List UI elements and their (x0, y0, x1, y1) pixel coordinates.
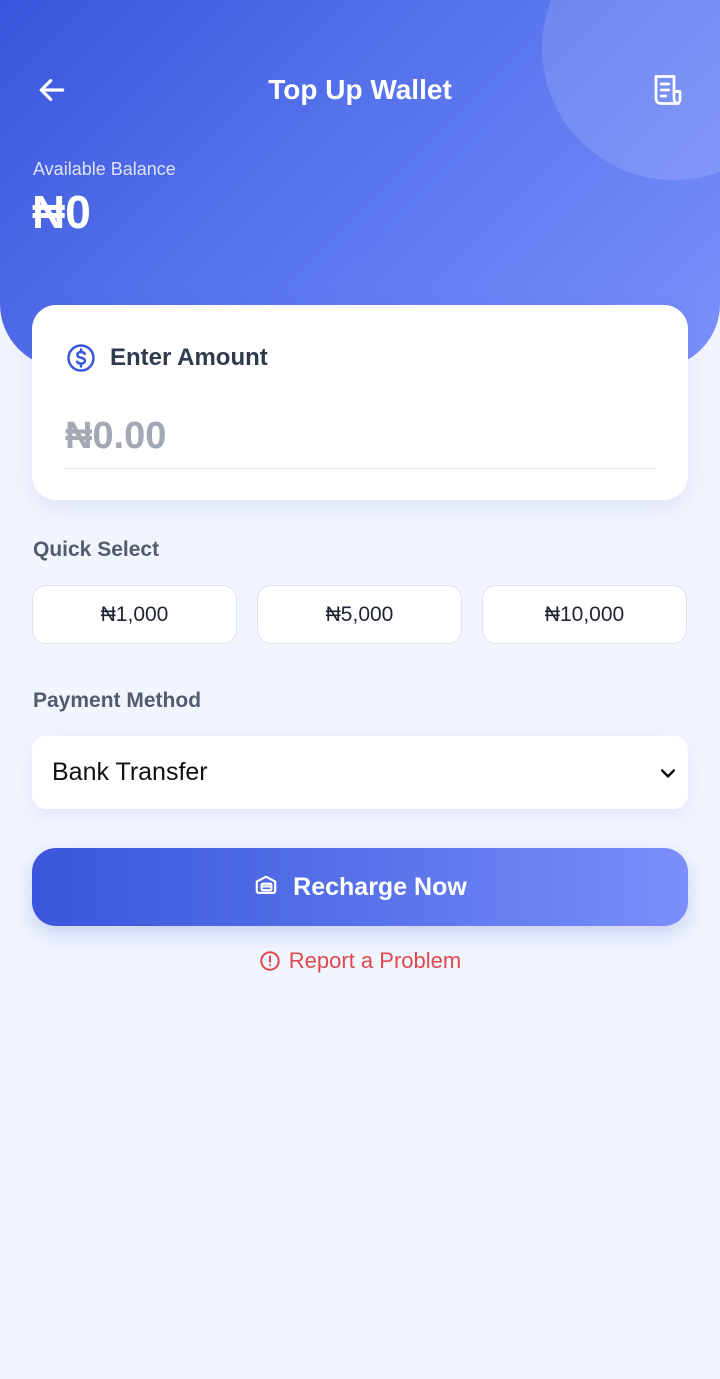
dollar-circle-icon (66, 343, 96, 373)
recharge-now-label: Recharge Now (293, 872, 467, 901)
report-problem-link[interactable]: Report a Problem (0, 946, 720, 976)
payment-method-label: Payment Method (33, 689, 202, 712)
quick-select-5000-button[interactable]: ₦5,000 (257, 585, 462, 644)
amount-card: Enter Amount (32, 305, 688, 500)
quick-select-10000-button[interactable]: ₦10,000 (482, 585, 687, 644)
receipt-icon (654, 75, 682, 105)
chevron-down-icon (654, 759, 682, 787)
transaction-history-button[interactable] (644, 66, 692, 114)
alert-circle-icon (259, 950, 281, 972)
page-title: Top Up Wallet (268, 74, 452, 105)
credit-card-icon (253, 874, 279, 900)
payment-method-select[interactable]: Bank Transfer (32, 736, 688, 809)
top-up-wallet-screen: Top Up Wallet Available Balance ₦0 Enter… (0, 0, 720, 1379)
amount-label: Enter Amount (110, 344, 268, 371)
quick-select-1000-button[interactable]: ₦1,000 (32, 585, 237, 644)
balance-label: Available Balance (33, 159, 176, 179)
report-problem-label: Report a Problem (288, 948, 462, 973)
payment-method-value: Bank Transfer (52, 758, 208, 786)
amount-header: Enter Amount (66, 343, 268, 373)
balance-value: ₦0 (32, 186, 91, 238)
amount-input[interactable] (65, 405, 655, 469)
quick-select-label: Quick Select (33, 538, 160, 561)
recharge-now-button[interactable]: Recharge Now (32, 848, 688, 926)
